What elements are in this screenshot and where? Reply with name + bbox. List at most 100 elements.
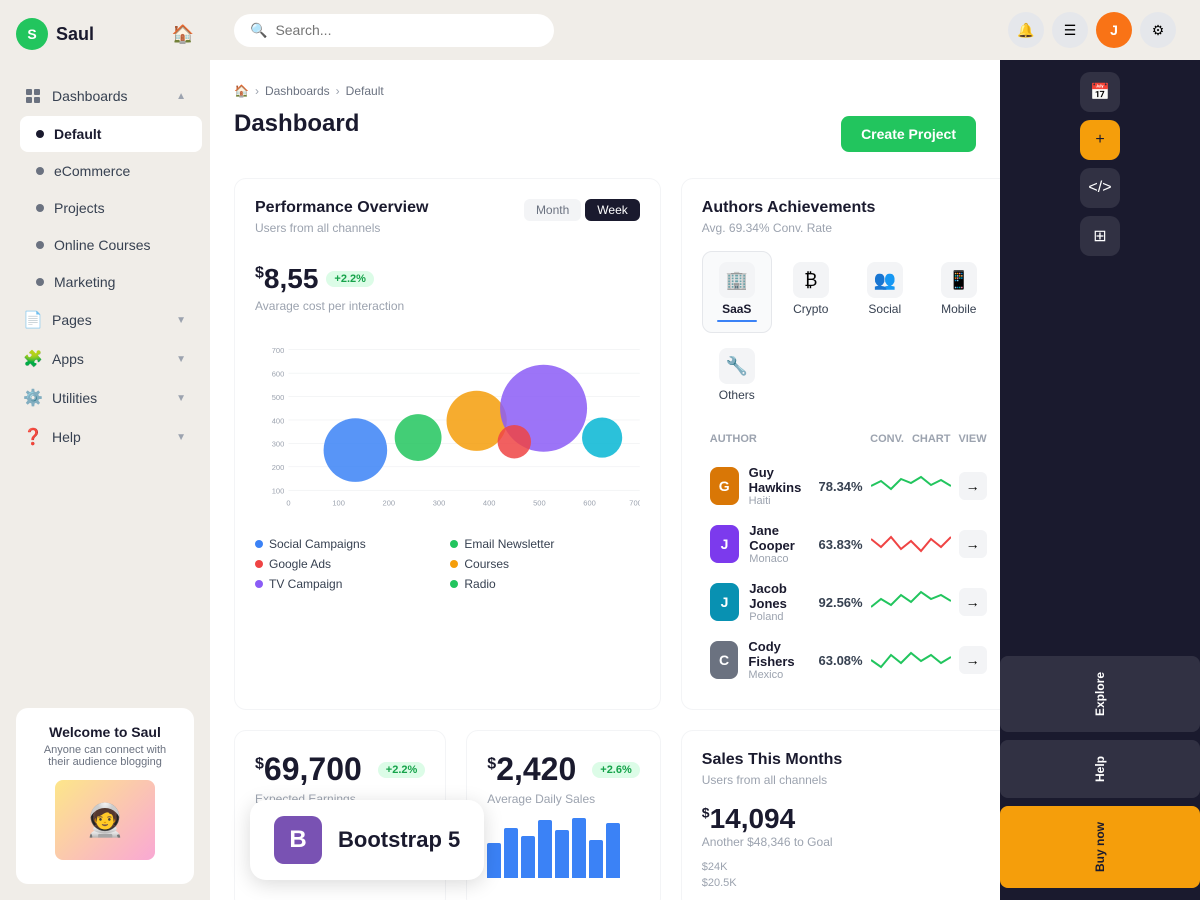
view-btn-2[interactable]: →: [959, 530, 987, 558]
author-name-4: Cody Fishers: [748, 639, 810, 669]
pages-icon: 📄: [24, 311, 42, 329]
topbar: 🔍 🔔 ☰ J ⚙: [210, 0, 1200, 60]
bar-3: [521, 836, 535, 878]
search-icon: 🔍: [250, 22, 267, 39]
bar-7: [589, 840, 603, 878]
explore-button[interactable]: Explore: [1000, 656, 1200, 732]
settings-icon[interactable]: ⚙: [1140, 12, 1176, 48]
chevron-down-help-icon: ▼: [176, 432, 186, 443]
bootstrap-text: Bootstrap 5: [338, 827, 460, 853]
price-label: Avarage cost per interaction: [255, 299, 640, 313]
crypto-icon: ₿: [793, 262, 829, 298]
sidebar-item-marketing[interactable]: Marketing: [20, 264, 202, 300]
legend-google: Google Ads: [255, 557, 444, 571]
author-name-1: Guy Hawkins: [749, 465, 811, 495]
search-input[interactable]: [275, 22, 538, 38]
legend-courses: Courses: [450, 557, 639, 571]
code-icon[interactable]: </>: [1080, 168, 1120, 208]
sales-value: $14,094: [702, 803, 795, 835]
svg-text:400: 400: [272, 416, 285, 425]
sidebar-item-help[interactable]: ❓ Help ▼: [8, 418, 202, 456]
view-btn-3[interactable]: →: [959, 588, 987, 616]
user-avatar[interactable]: J: [1096, 12, 1132, 48]
authors-title: Authors Achievements: [702, 199, 995, 217]
grid-right-icon[interactable]: ⊞: [1080, 216, 1120, 256]
calendar-icon[interactable]: 📅: [1080, 72, 1120, 112]
legend-dot-radio: [450, 580, 458, 588]
breadcrumb-dashboards[interactable]: Dashboards: [265, 84, 330, 98]
menu-icon[interactable]: ☰: [1052, 12, 1088, 48]
svg-text:100: 100: [332, 498, 345, 507]
author-country-4: Mexico: [748, 669, 810, 681]
sidebar-item-pages[interactable]: 📄 Pages ▼: [8, 301, 202, 339]
bar-2: [504, 828, 518, 878]
search-box[interactable]: 🔍: [234, 14, 554, 47]
tab-others-label: Others: [719, 388, 755, 402]
bubble-social: [324, 418, 388, 482]
tab-mobile[interactable]: 📱 Mobile: [924, 251, 994, 333]
table-row: C Cody Fishers Mexico 63.08% →: [702, 631, 995, 689]
sales-card: Sales This Months Users from all channel…: [681, 730, 1000, 900]
page-title: Dashboard: [234, 110, 359, 138]
sidebar-item-default-label: Default: [54, 126, 101, 142]
daily-label: Average Daily Sales: [487, 792, 639, 806]
conv-rate-2: 63.83%: [819, 537, 863, 552]
breadcrumb-sep-2: ›: [336, 84, 340, 98]
month-toggle-button[interactable]: Month: [524, 199, 581, 221]
daily-value: $2,420: [487, 751, 576, 788]
chart-legend: Social Campaigns Email Newsletter Google…: [255, 537, 640, 591]
create-project-button[interactable]: Create Project: [841, 116, 976, 152]
authors-tabs: 🏢 SaaS ₿ Crypto 👥 Social: [702, 251, 995, 413]
earnings-value: $69,700: [255, 751, 362, 788]
notification-icon[interactable]: 🔔: [1008, 12, 1044, 48]
tab-others[interactable]: 🔧 Others: [702, 337, 772, 413]
sidebar-item-default[interactable]: Default: [20, 116, 202, 152]
sidebar-nav: Dashboards ▲ Default eCommerce Projects: [0, 68, 210, 692]
conv-rate-3: 92.56%: [819, 595, 863, 610]
sidebar-item-online-courses[interactable]: Online Courses: [20, 227, 202, 263]
view-btn-4[interactable]: →: [959, 646, 987, 674]
bar-1: [487, 843, 501, 878]
sidebar-item-utilities[interactable]: ⚙️ Utilities ▼: [8, 379, 202, 417]
legend-radio: Radio: [450, 577, 639, 591]
sidebar-item-ecommerce[interactable]: eCommerce: [20, 153, 202, 189]
sidebar-item-pages-label: Pages: [52, 312, 92, 328]
apps-icon: 🧩: [24, 350, 42, 368]
breadcrumb-current: Default: [346, 84, 384, 98]
content-wrapper: 🏠 › Dashboards › Default Dashboard Creat…: [210, 60, 1200, 900]
bootstrap-badge: B Bootstrap 5: [250, 800, 484, 880]
price-value: $8,55: [255, 263, 318, 295]
buy-now-button[interactable]: Buy now: [1000, 806, 1200, 888]
sidebar-item-apps[interactable]: 🧩 Apps ▼: [8, 340, 202, 378]
author-info-1: G Guy Hawkins Haiti: [710, 465, 811, 507]
help-icon: ❓: [24, 428, 42, 446]
nav-dot-projects: [36, 204, 44, 212]
legend-email-label: Email Newsletter: [464, 537, 554, 551]
svg-text:200: 200: [383, 498, 396, 507]
view-btn-1[interactable]: →: [959, 472, 987, 500]
tab-crypto[interactable]: ₿ Crypto: [776, 251, 846, 333]
home-icon: 🏠: [234, 84, 249, 98]
bubble-radio: [582, 417, 622, 457]
sidebar-item-projects[interactable]: Projects: [20, 190, 202, 226]
performance-title: Performance Overview: [255, 199, 428, 217]
bubble-google: [498, 425, 531, 458]
svg-text:300: 300: [272, 440, 285, 449]
right-panel: 📅 + </> ⊞ Explore Help Buy now: [1000, 60, 1200, 900]
sales-goal: Another $48,346 to Goal: [702, 835, 995, 849]
tab-saas[interactable]: 🏢 SaaS: [702, 251, 772, 333]
help-button[interactable]: Help: [1000, 740, 1200, 798]
week-toggle-button[interactable]: Week: [585, 199, 639, 221]
sidebar-item-dashboards[interactable]: Dashboards ▲: [8, 77, 202, 115]
col-chart: CHART: [912, 433, 951, 445]
col-author: AUTHOR: [710, 433, 862, 445]
sidebar-item-apps-label: Apps: [52, 351, 84, 367]
chevron-down-apps-icon: ▼: [176, 354, 186, 365]
breadcrumb-sep-1: ›: [255, 84, 259, 98]
author-country-1: Haiti: [749, 495, 811, 507]
plus-icon[interactable]: +: [1080, 120, 1120, 160]
chevron-down-utilities-icon: ▼: [176, 393, 186, 404]
earnings-badge: +2.2%: [378, 762, 426, 778]
perf-header: Performance Overview Users from all chan…: [255, 199, 640, 251]
tab-social[interactable]: 👥 Social: [850, 251, 920, 333]
